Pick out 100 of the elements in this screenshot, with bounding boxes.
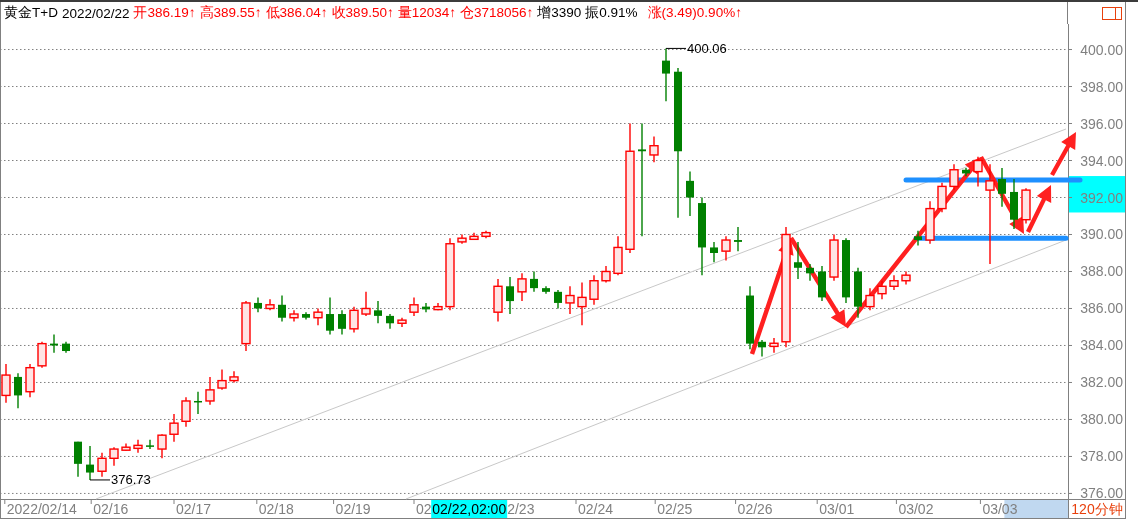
candlestick <box>386 313 394 330</box>
candlestick <box>1010 178 1018 230</box>
price-axis-label: 394.00 <box>1080 152 1123 169</box>
date-axis-label: 02/18 <box>258 501 294 517</box>
candlestick <box>589 274 599 306</box>
candlestick <box>338 309 346 336</box>
candlestick <box>854 267 862 319</box>
candlestick <box>397 317 407 328</box>
price-axis-label: 400.00 <box>1080 41 1123 58</box>
date-axis-label: 02/16 <box>93 501 129 517</box>
candlestick <box>97 452 107 478</box>
date-axis-label: 02/26 <box>737 501 773 517</box>
candlestick <box>278 294 286 323</box>
candlestick <box>109 446 119 467</box>
candlestick <box>865 287 875 312</box>
candlestick <box>25 363 35 398</box>
candlestick <box>565 285 575 315</box>
candlestick <box>794 241 802 280</box>
quote-date: 2022/02/22 <box>61 5 130 21</box>
candlestick <box>662 47 670 102</box>
candlestick <box>469 231 479 241</box>
candlestick <box>229 370 239 384</box>
candlestick <box>181 396 191 428</box>
cursor-date-label: 02/22,02:00 <box>431 500 508 518</box>
candlestick <box>1021 187 1031 225</box>
quote-value: 高389.55↑ <box>199 4 262 22</box>
price-axis-label: 390.00 <box>1080 226 1123 243</box>
candlestick <box>349 305 359 334</box>
candlestick <box>493 278 503 323</box>
candlestick <box>481 230 491 239</box>
candlestick <box>973 156 983 188</box>
candlestick <box>686 170 694 217</box>
candlestick <box>409 296 419 317</box>
candlestick <box>254 296 262 313</box>
candlestick <box>949 163 959 191</box>
candlestick <box>14 372 22 410</box>
candlestick <box>998 167 1006 208</box>
candlestick <box>422 302 430 313</box>
trend-arrow <box>1050 132 1076 177</box>
candlestick <box>361 291 371 317</box>
candlestick <box>734 226 742 252</box>
date-axis-label: 02/25 <box>657 501 693 517</box>
candlestick <box>542 285 550 295</box>
candlestick <box>746 285 754 350</box>
date-axis-label: 03/02 <box>898 501 934 517</box>
candlestick <box>241 300 251 352</box>
candlestick <box>217 368 227 391</box>
candlestick <box>901 270 911 286</box>
candlestick <box>50 333 58 354</box>
marker-line <box>665 47 687 49</box>
date-axis-label: 03/01 <box>819 501 855 517</box>
candlestick <box>205 376 215 406</box>
date-axis-label: 02/19 <box>335 501 371 517</box>
candlestick <box>769 337 779 354</box>
candlestick <box>433 302 443 312</box>
price-axis-label: 392.00 <box>1080 189 1123 206</box>
trend-arrow <box>1026 185 1052 233</box>
price-axis-label: 382.00 <box>1080 374 1123 391</box>
period-label[interactable]: 120分钟 <box>1071 501 1123 517</box>
price-axis-label: 376.00 <box>1080 485 1123 502</box>
price-marker <box>1068 176 1126 213</box>
price-axis-label: 398.00 <box>1080 78 1123 95</box>
quote-value: 增3390 <box>537 4 582 22</box>
date-axis-label: 02/17 <box>176 501 212 517</box>
price-axis-label: 388.00 <box>1080 263 1123 280</box>
candlestick <box>326 296 334 336</box>
candlestick <box>169 413 179 443</box>
quote-value: 收389.50↑ <box>331 4 394 22</box>
quote-value: 振0.91% <box>585 4 638 22</box>
candlestick <box>146 439 154 450</box>
candlestick <box>914 230 922 247</box>
candlestick <box>457 233 467 245</box>
candlestick <box>86 445 94 481</box>
symbol-name: 黄金T+D <box>4 4 58 22</box>
candlestick <box>962 167 970 177</box>
candlestick <box>758 339 766 358</box>
candlestick <box>313 307 323 326</box>
quote-value: 仓3718056↑ <box>459 4 534 22</box>
candlestick <box>517 272 527 302</box>
candlestick <box>121 442 131 452</box>
price-axis-label: 380.00 <box>1080 411 1123 428</box>
candlestick <box>530 270 538 293</box>
candlestick <box>577 281 587 326</box>
candlestick <box>613 235 623 276</box>
candlestick <box>937 182 947 213</box>
panel-toggle-icon[interactable] <box>1102 6 1122 20</box>
candlestick <box>842 237 850 304</box>
candlestick <box>133 439 143 454</box>
candlestick <box>806 263 814 282</box>
candlestick <box>889 274 899 291</box>
price-axis-label: 384.00 <box>1080 337 1123 354</box>
candlestick <box>925 200 935 245</box>
candlestick <box>289 309 299 323</box>
candlestick <box>74 440 82 478</box>
price-label: 400.06 <box>687 40 727 56</box>
candlestick <box>506 276 514 315</box>
candlestick <box>62 341 70 354</box>
candlestick <box>721 235 731 262</box>
marker-line <box>89 479 111 481</box>
candlestick <box>374 300 382 324</box>
